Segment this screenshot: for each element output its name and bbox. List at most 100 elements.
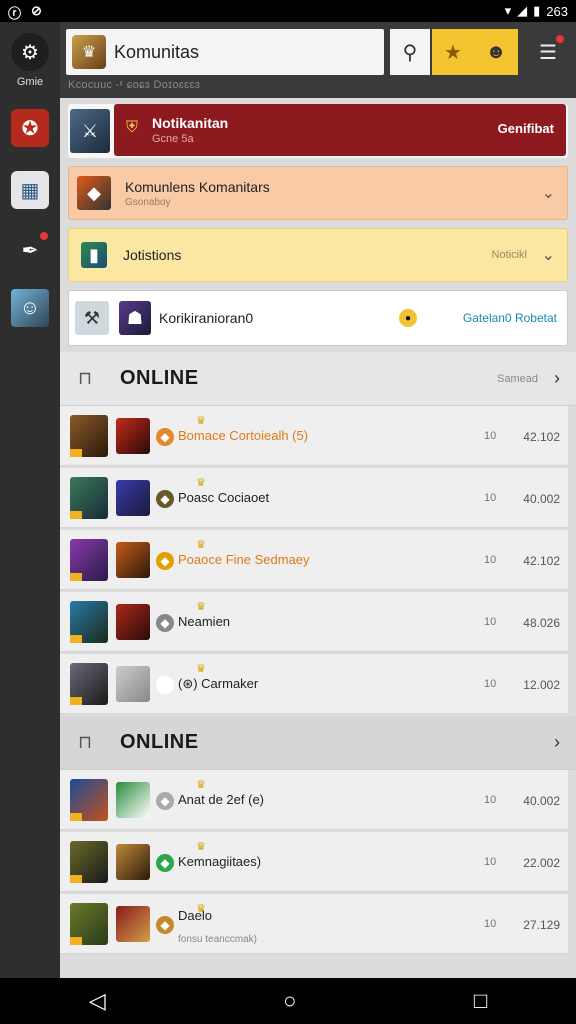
back-icon[interactable]: ◁ — [89, 988, 106, 1014]
crown-icon: ♛ — [196, 663, 206, 675]
player-name: Poasc Cociaoet — [178, 490, 270, 505]
recent-apps-icon[interactable]: □ — [474, 988, 487, 1014]
player-score: 27.129 — [523, 918, 560, 932]
notifications-card[interactable]: ▮ Jotistions Noticikl ⌄ — [68, 228, 568, 282]
section-title: ONLINE — [120, 367, 199, 389]
signal-icon: ◢ — [517, 3, 528, 18]
status-icon: ◆ — [156, 428, 174, 446]
chevron-right-icon[interactable]: › — [554, 732, 560, 753]
game-badge-icon: ✪ — [11, 109, 49, 147]
player-name: Poaoce Fine Sedmaey — [178, 552, 310, 567]
player-score: 40.002 — [523, 794, 560, 808]
search-icon: ⚲ — [402, 41, 418, 64]
player-count: 10 — [484, 794, 497, 806]
community-card[interactable]: ◆ Komunlens Komanitars Gsonaboy ⌄ — [68, 166, 568, 220]
player-avatar — [70, 415, 108, 457]
list-item[interactable]: ◆ ♛ Poaoce Fine Sedmaey 10 42.102 — [60, 530, 568, 590]
chevron-down-icon[interactable]: ⌄ — [542, 245, 555, 265]
crown-icon: ♛ — [196, 601, 206, 613]
player-count: 10 — [484, 554, 497, 566]
app: ⚙ Gmie ✪ ▦ ✒ ☺ ♛ Komunitas Kcocuuc -ᵋ ɕo… — [0, 22, 576, 978]
rail-item-feather[interactable]: ✒ — [8, 228, 52, 272]
player-count: 10 — [484, 856, 497, 868]
player-score: 42.102 — [523, 430, 560, 444]
list-item[interactable]: ◆ ♛ Kemnagiitaes) 10 22.002 — [60, 832, 568, 892]
status-icon: ◆ — [156, 490, 174, 508]
player-score: 12.002 — [523, 678, 560, 692]
status-icon: ◆ — [156, 854, 174, 872]
account-card-action[interactable]: Gatelan0 Robetat — [463, 311, 557, 325]
status-icon: ◆ — [156, 676, 174, 694]
player-name: Kemnagiitaes) — [178, 854, 262, 869]
status-icon-left2: ⊘ — [31, 3, 42, 18]
favorites-button[interactable]: ★ — [432, 29, 474, 75]
account-card-label: Korikiranioran0 — [159, 310, 254, 326]
player-score: 42.102 — [523, 554, 560, 568]
emoji-button[interactable]: ☻ — [474, 29, 518, 75]
account-card[interactable]: ⚒ ☗ Korikiranioran0 ● Gatelan0 Robetat — [68, 290, 568, 346]
notifications-card-right: Noticikl — [491, 249, 527, 261]
list-item[interactable]: ◆ ♛ Anat de 2ef (e) 10 40.002 — [60, 770, 568, 830]
notification-thumb: ⚔ — [70, 109, 110, 153]
coin-icon: ● — [399, 309, 417, 327]
community-avatar: ♛ — [72, 35, 106, 69]
player-name: Neamien — [178, 614, 231, 629]
player-avatar — [70, 477, 108, 519]
rank-tag — [70, 937, 82, 945]
player-count: 10 — [484, 678, 497, 690]
lock-icon: ⊓ — [78, 368, 93, 388]
hero-avatar — [116, 418, 150, 454]
rank-tag — [70, 573, 82, 581]
player-count: 10 — [484, 918, 497, 930]
rail-item-game[interactable]: ✪ — [8, 106, 52, 150]
list-item[interactable]: ◆ ♛ Daelo 10 27.129 fonsu teanccmak) — [60, 894, 568, 954]
section-header-online[interactable]: ⊓ ONLINE Samead › — [60, 352, 576, 406]
crown-icon: ♛ — [196, 415, 206, 427]
player-score: 40.002 — [523, 492, 560, 506]
list-item[interactable]: ◆ ♛ Bomace Cortoiealh (5) 10 42.102 — [60, 406, 568, 466]
section-title: ONLINE — [120, 731, 199, 753]
player-name: Bomace Cortoiealh (5) — [178, 428, 309, 443]
rail-item-dashboard[interactable]: ▦ — [8, 168, 52, 212]
status-bar: ⓡ ⊘ ▾ ◢ ▮ 263 — [0, 0, 576, 22]
player-count: 10 — [484, 492, 497, 504]
status-icon: ◆ — [156, 916, 174, 934]
home-icon[interactable]: ○ — [283, 988, 296, 1014]
hamburger-icon: ☰ — [539, 41, 557, 64]
search-button[interactable]: ⚲ — [390, 29, 430, 75]
player-count: 10 — [484, 430, 497, 442]
crown-icon: ♛ — [196, 841, 206, 853]
chevron-down-icon[interactable]: ⌄ — [542, 183, 555, 203]
crown-icon: ♛ — [196, 477, 206, 489]
list-item[interactable]: ◆ ♛ Neamien 10 48.026 — [60, 592, 568, 652]
section-header-online-2[interactable]: ⊓ ONLINE › — [60, 716, 576, 770]
title-box[interactable]: ♛ Komunitas — [66, 29, 384, 75]
tool-icon: ⚒ — [75, 301, 109, 335]
player-name: (⊛) Carmaker — [178, 676, 259, 691]
player-avatar — [70, 903, 108, 945]
app-logo[interactable]: ⚙ — [8, 30, 52, 74]
rank-tag — [70, 697, 82, 705]
list-item[interactable]: ◆ ♛ (⊛) Carmaker 10 12.002 — [60, 654, 568, 714]
subtitle: Kcocuuc -ᵋ ɕoɕɜ Doɪoɛɛɛɜ — [68, 79, 201, 91]
player-score: 22.002 — [523, 856, 560, 870]
chevron-right-icon[interactable]: › — [554, 368, 560, 389]
notification-action[interactable]: Genifibat — [498, 121, 554, 136]
player-avatar — [70, 841, 108, 883]
hero-avatar — [116, 604, 150, 640]
menu-button[interactable]: ☰ — [526, 29, 570, 75]
hero-avatar — [116, 542, 150, 578]
notifications-card-label: Jotistions — [123, 247, 182, 263]
crown-icon: ♛ — [196, 539, 206, 551]
notification-dot — [38, 230, 50, 242]
notification-card[interactable]: ⚔ ⛨ Notikanitan Gcne 5a Genifibat — [68, 104, 568, 158]
list-item[interactable]: ◆ ♛ Poasc Cociaoet 10 40.002 — [60, 468, 568, 528]
player-subtitle: fonsu teanccmak) — [178, 934, 257, 945]
notification-banner[interactable]: ⛨ Notikanitan Gcne 5a Genifibat — [114, 104, 566, 156]
status-icon: ◆ — [156, 614, 174, 632]
rank-tag — [70, 635, 82, 643]
app-logo-label: Gmie — [16, 76, 44, 88]
hero-avatar — [116, 844, 150, 880]
community-card-label: Komunlens Komanitars — [125, 178, 270, 195]
rail-item-profile[interactable]: ☺ — [8, 286, 52, 330]
